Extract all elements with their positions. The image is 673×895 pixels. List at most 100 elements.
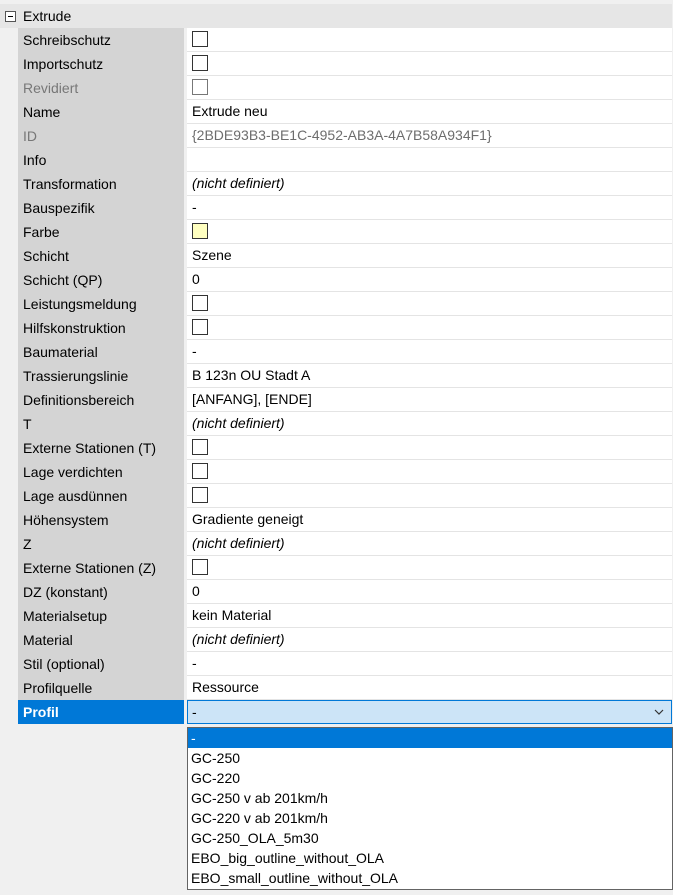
- property-row-hilfskonstruktion[interactable]: Hilfskonstruktion: [0, 316, 672, 340]
- property-value[interactable]: (nicht definiert): [187, 412, 672, 436]
- property-label: Höhensystem: [18, 508, 184, 532]
- property-row-schicht-qp[interactable]: Schicht (QP) 0: [0, 268, 672, 292]
- checkbox[interactable]: [192, 319, 208, 336]
- property-value[interactable]: Szene: [187, 244, 672, 268]
- property-label: Schreibschutz: [18, 28, 184, 52]
- profil-select-value: -: [192, 704, 197, 720]
- property-label: Hilfskonstruktion: [18, 316, 184, 340]
- property-row-info[interactable]: Info: [0, 148, 672, 172]
- property-row-externe-stationen-t[interactable]: Externe Stationen (T): [0, 436, 672, 460]
- property-row-t[interactable]: T (nicht definiert): [0, 412, 672, 436]
- property-value[interactable]: 0: [187, 268, 672, 292]
- property-value-cell: [187, 220, 672, 244]
- property-value[interactable]: 0: [187, 580, 672, 604]
- dropdown-option[interactable]: GC-250_OLA_5m30: [188, 828, 672, 848]
- property-value-cell: [187, 52, 672, 76]
- dropdown-option[interactable]: -: [188, 728, 672, 748]
- checkbox[interactable]: [192, 295, 208, 312]
- property-value[interactable]: (nicht definiert): [187, 628, 672, 652]
- property-row-profilquelle[interactable]: Profilquelle Ressource: [0, 676, 672, 700]
- property-label: Definitionsbereich: [18, 388, 184, 412]
- property-grid: Extrude Schreibschutz Importschutz Revidie…: [0, 4, 672, 724]
- property-row-schreibschutz[interactable]: Schreibschutz: [0, 28, 672, 52]
- collapse-icon[interactable]: [5, 10, 16, 22]
- property-row-lage-ausduennen[interactable]: Lage ausdünnen: [0, 484, 672, 508]
- property-row-baumaterial[interactable]: Baumaterial -: [0, 340, 672, 364]
- property-label: Externe Stationen (T): [18, 436, 184, 460]
- category-title: Extrude: [23, 8, 72, 24]
- property-row-materialsetup[interactable]: Materialsetup kein Material: [0, 604, 672, 628]
- property-label: Profil: [18, 700, 184, 724]
- dropdown-option[interactable]: EBO_small_outline_without_OLA: [188, 868, 672, 888]
- property-value-cell: [187, 484, 672, 508]
- checkbox[interactable]: [192, 559, 208, 576]
- property-value-cell: [187, 460, 672, 484]
- property-label: Externe Stationen (Z): [18, 556, 184, 580]
- property-label: Schicht (QP): [18, 268, 184, 292]
- category-header-extrude[interactable]: Extrude: [0, 4, 672, 28]
- property-row-trassierungslinie[interactable]: Trassierungslinie B 123n OU Stadt A: [0, 364, 672, 388]
- chevron-down-icon[interactable]: [653, 706, 665, 718]
- color-swatch[interactable]: [192, 223, 208, 240]
- property-row-transformation[interactable]: Transformation (nicht definiert): [0, 172, 672, 196]
- profil-dropdown-list[interactable]: - GC-250 GC-220 GC-250 v ab 201km/h GC-220 v…: [187, 727, 673, 890]
- property-label: Name: [18, 100, 184, 124]
- property-value[interactable]: -: [187, 652, 672, 676]
- property-value[interactable]: Extrude neu: [187, 100, 672, 124]
- property-value-cell: [187, 28, 672, 52]
- property-row-lage-verdichten[interactable]: Lage verdichten: [0, 460, 672, 484]
- property-row-material[interactable]: Material (nicht definiert): [0, 628, 672, 652]
- property-value[interactable]: (nicht definiert): [187, 172, 672, 196]
- property-value[interactable]: kein Material: [187, 604, 672, 628]
- property-value[interactable]: [187, 148, 672, 172]
- property-row-z[interactable]: Z (nicht definiert): [0, 532, 672, 556]
- property-label: Trassierungslinie: [18, 364, 184, 388]
- dropdown-option[interactable]: GC-250 v ab 201km/h: [188, 788, 672, 808]
- property-row-dz-konstant[interactable]: DZ (konstant) 0: [0, 580, 672, 604]
- property-row-profil[interactable]: Profil -: [0, 700, 672, 724]
- property-value[interactable]: Gradiente geneigt: [187, 508, 672, 532]
- property-label: Importschutz: [18, 52, 184, 76]
- property-value[interactable]: (nicht definiert): [187, 532, 672, 556]
- property-row-externe-stationen-z[interactable]: Externe Stationen (Z): [0, 556, 672, 580]
- property-row-importschutz[interactable]: Importschutz: [0, 52, 672, 76]
- checkbox[interactable]: [192, 463, 208, 480]
- property-label: T: [18, 412, 184, 436]
- property-label: Baumaterial: [18, 340, 184, 364]
- property-label: Materialsetup: [18, 604, 184, 628]
- property-row-farbe[interactable]: Farbe: [0, 220, 672, 244]
- property-row-definitionsbereich[interactable]: Definitionsbereich [ANFANG], [ENDE]: [0, 388, 672, 412]
- property-row-stil-optional[interactable]: Stil (optional) -: [0, 652, 672, 676]
- dropdown-option[interactable]: GC-220 v ab 201km/h: [188, 808, 672, 828]
- property-value: {2BDE93B3-BE1C-4952-AB3A-4A7B58A934F1}: [187, 124, 672, 148]
- property-rows: Schreibschutz Importschutz Revidiert Name Ex…: [0, 28, 672, 700]
- property-label: Transformation: [18, 172, 184, 196]
- checkbox[interactable]: [192, 31, 208, 48]
- property-value-cell: [187, 316, 672, 340]
- checkbox[interactable]: [192, 439, 208, 456]
- property-row-revidiert[interactable]: Revidiert: [0, 76, 672, 100]
- property-value-cell: [187, 292, 672, 316]
- property-row-name[interactable]: Name Extrude neu: [0, 100, 672, 124]
- dropdown-option[interactable]: GC-250: [188, 748, 672, 768]
- property-label: Info: [18, 148, 184, 172]
- property-value[interactable]: -: [187, 196, 672, 220]
- property-value[interactable]: B 123n OU Stadt A: [187, 364, 672, 388]
- dropdown-option[interactable]: EBO_big_outline_without_OLA: [188, 848, 672, 868]
- property-label: DZ (konstant): [18, 580, 184, 604]
- property-row-leistungsmeldung[interactable]: Leistungsmeldung: [0, 292, 672, 316]
- property-value-cell: [187, 556, 672, 580]
- property-value[interactable]: [ANFANG], [ENDE]: [187, 388, 672, 412]
- property-label: Profilquelle: [18, 676, 184, 700]
- checkbox[interactable]: [192, 487, 208, 504]
- property-value[interactable]: -: [187, 340, 672, 364]
- property-row-schicht[interactable]: Schicht Szene: [0, 244, 672, 268]
- property-row-bauspezifik[interactable]: Bauspezifik -: [0, 196, 672, 220]
- profil-select[interactable]: -: [187, 700, 672, 724]
- checkbox[interactable]: [192, 55, 208, 72]
- dropdown-option[interactable]: GC-220: [188, 768, 672, 788]
- property-row-hoehensystem[interactable]: Höhensystem Gradiente geneigt: [0, 508, 672, 532]
- property-value[interactable]: Ressource: [187, 676, 672, 700]
- checkbox: [192, 79, 208, 96]
- property-row-id[interactable]: ID {2BDE93B3-BE1C-4952-AB3A-4A7B58A934F1}: [0, 124, 672, 148]
